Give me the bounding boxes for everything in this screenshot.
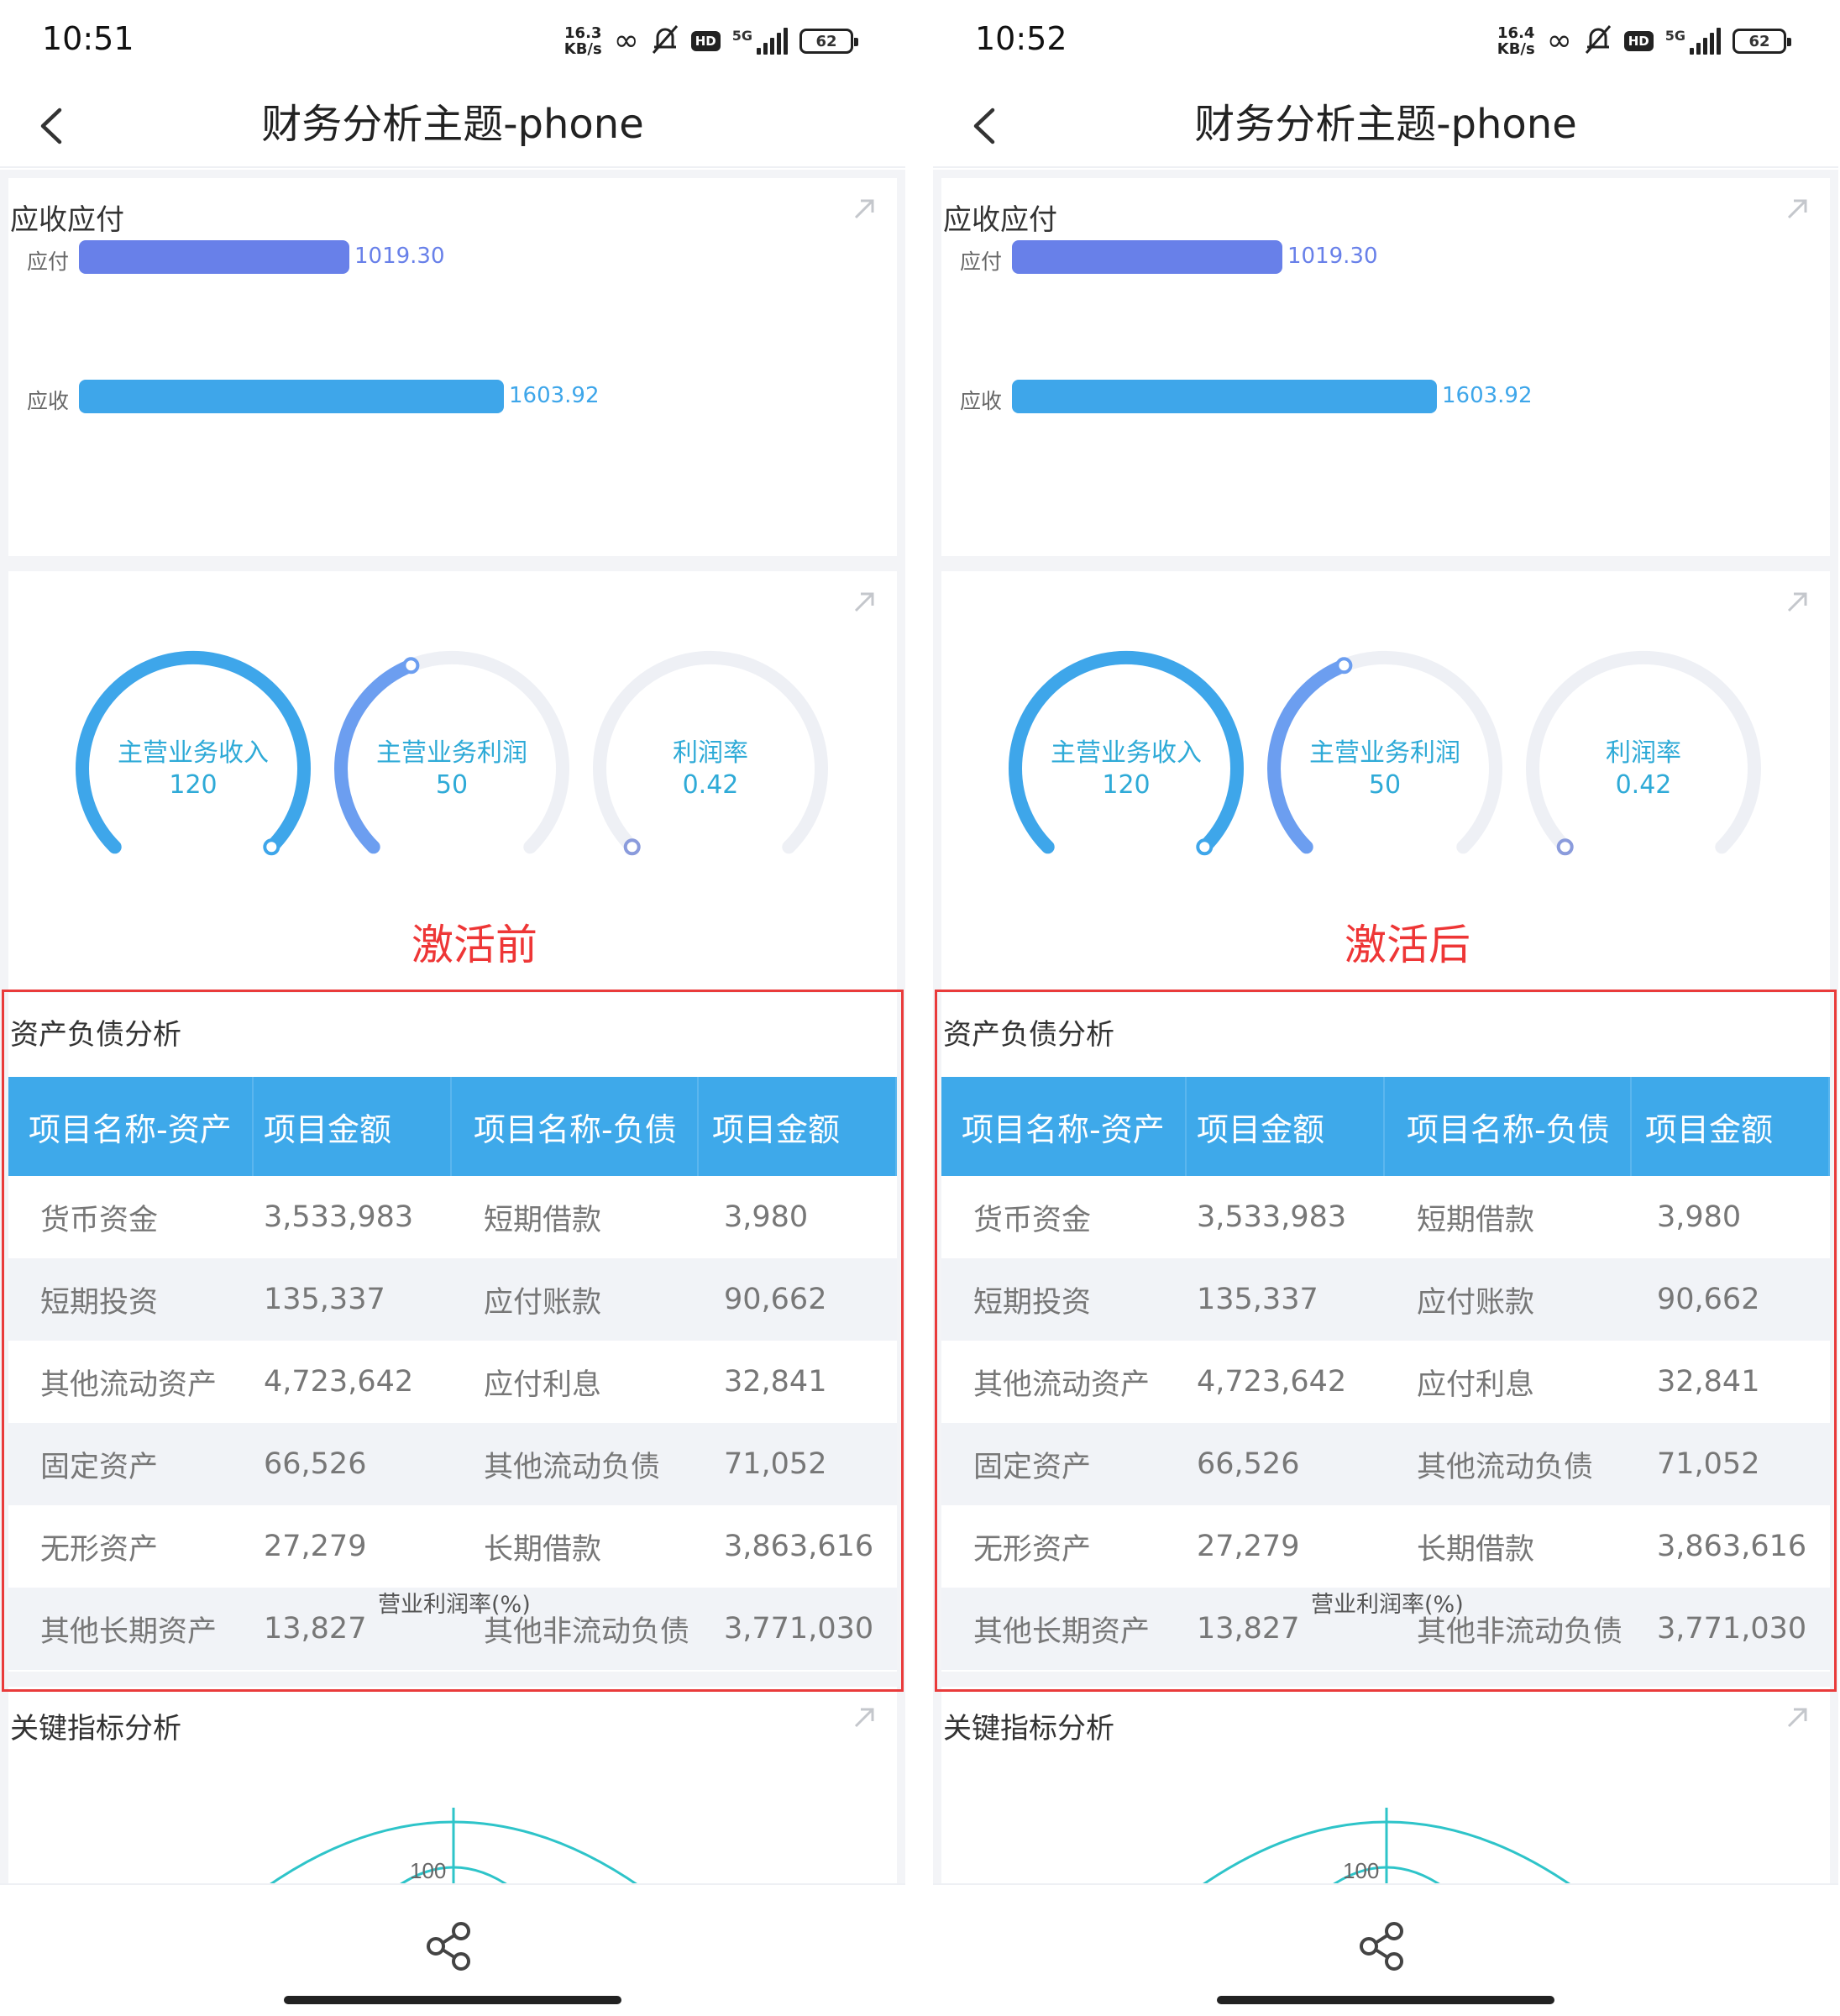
gauge-handle [263, 838, 280, 856]
gauge-profit[interactable]: 主营业务利润 50 [326, 647, 578, 865]
expand-icon[interactable] [1785, 1705, 1810, 1730]
bar-label: 应付 [960, 249, 1003, 274]
status-time: 10:51 [42, 20, 134, 57]
state-label: 激活后 [1345, 921, 1470, 969]
bar-label: 应收 [960, 389, 1003, 413]
hd-icon: HD [690, 31, 721, 51]
radar-axis-label: 营业利润率(%) [1311, 1592, 1464, 1618]
state-label: 激活前 [412, 921, 537, 969]
receivables-card: 应收应付 应付 1019.30 应收 1603.92 [941, 178, 1830, 556]
gauge-value: 120 [169, 770, 218, 800]
bar-label: 应付 [27, 249, 70, 274]
gauge-value: 0.42 [1615, 770, 1672, 800]
gauge-profit[interactable]: 主营业务利润 50 [1259, 647, 1511, 865]
expand-icon[interactable] [852, 197, 877, 222]
radar-tick: 100 [410, 1858, 446, 1883]
card-title: 关键指标分析 [10, 1712, 181, 1746]
share-icon[interactable] [1357, 1920, 1409, 1972]
link-icon: ∞ [613, 24, 639, 58]
bar-value: 1019.30 [1287, 244, 1378, 269]
gauge-label: 主营业务收入 [118, 738, 269, 768]
bar-value: 1019.30 [354, 244, 445, 269]
gauge-margin[interactable]: 利润率 0.42 [585, 647, 836, 865]
radar-chart: 100 [933, 1781, 1838, 1890]
status-icons: 16.4 KB/s ∞ HD 5G 62 [1497, 22, 1791, 60]
network-speed: 16.4 KB/s [1497, 24, 1535, 58]
status-bar: 10:51 16.3 KB/s ∞ HD 5G 62 [0, 0, 905, 84]
bar-payable[interactable] [79, 240, 349, 274]
hd-icon: HD [1623, 31, 1654, 51]
phone-screen-before: 10:51 16.3 KB/s ∞ HD 5G 62 财务分析主题-phone 应… [0, 0, 905, 2016]
bottom-bar [933, 1883, 1838, 2016]
card-title: 应收应付 [10, 203, 124, 237]
gauge-label: 利润率 [1606, 738, 1681, 768]
expand-icon[interactable] [852, 590, 877, 615]
phone-screen-after: 10:52 16.4 KB/s ∞ HD 5G 62 财务分析主题-phone 应… [933, 0, 1838, 2016]
card-title: 应收应付 [943, 203, 1057, 237]
expand-icon[interactable] [852, 1705, 877, 1730]
nav-bar: 财务分析主题-phone [0, 84, 905, 168]
card-title: 关键指标分析 [943, 1712, 1114, 1746]
bar-payable[interactable] [1012, 240, 1282, 274]
gauge-handle [1196, 838, 1214, 856]
network-speed: 16.3 KB/s [564, 24, 602, 58]
mute-bell-icon [1584, 24, 1612, 59]
bar-label: 应收 [27, 389, 70, 413]
mute-bell-icon [651, 24, 679, 59]
gauge-margin[interactable]: 利润率 0.42 [1518, 647, 1769, 865]
gauge-value: 50 [435, 770, 469, 800]
home-indicator[interactable] [1217, 1996, 1554, 2004]
share-icon[interactable] [424, 1920, 476, 1972]
battery-icon: 62 [799, 29, 858, 54]
radar-tick: 100 [1343, 1858, 1379, 1883]
gauge-label: 利润率 [673, 738, 748, 768]
signal-icon: 5G [732, 28, 788, 55]
bar-value: 1603.92 [509, 383, 600, 408]
status-icons: 16.3 KB/s ∞ HD 5G 62 [564, 22, 858, 60]
expand-icon[interactable] [1785, 590, 1810, 615]
gauge-handle [623, 838, 641, 856]
bar-receivable[interactable] [79, 380, 504, 413]
gauge-handle [402, 657, 420, 675]
link-icon: ∞ [1546, 24, 1572, 58]
gauge-handle [1335, 657, 1353, 675]
expand-icon[interactable] [1785, 197, 1810, 222]
gauge-label: 主营业务利润 [1309, 738, 1460, 768]
gauge-label: 主营业务利润 [376, 738, 527, 768]
gauge-handle [1556, 838, 1574, 856]
gauge-value: 50 [1368, 770, 1402, 800]
page-title: 财务分析主题-phone [1194, 101, 1577, 148]
page-title: 财务分析主题-phone [261, 101, 644, 148]
radar-axis-label: 营业利润率(%) [378, 1592, 531, 1618]
status-time: 10:52 [975, 20, 1067, 57]
gauge-value: 0.42 [682, 770, 739, 800]
battery-icon: 62 [1733, 29, 1791, 54]
radar-chart: 100 [0, 1781, 905, 1890]
bar-value: 1603.92 [1442, 383, 1533, 408]
signal-icon: 5G [1665, 28, 1721, 55]
bar-receivable[interactable] [1012, 380, 1437, 413]
bottom-bar [0, 1883, 905, 2016]
gauge-revenue[interactable]: 主营业务收入 120 [67, 647, 319, 865]
receivables-card: 应收应付 应付 1019.30 应收 1603.92 [8, 178, 897, 556]
gauge-revenue[interactable]: 主营业务收入 120 [1000, 647, 1252, 865]
gauge-value: 120 [1102, 770, 1151, 800]
nav-bar: 财务分析主题-phone [933, 84, 1838, 168]
home-indicator[interactable] [284, 1996, 621, 2004]
status-bar: 10:52 16.4 KB/s ∞ HD 5G 62 [933, 0, 1838, 84]
gauge-label: 主营业务收入 [1051, 738, 1202, 768]
